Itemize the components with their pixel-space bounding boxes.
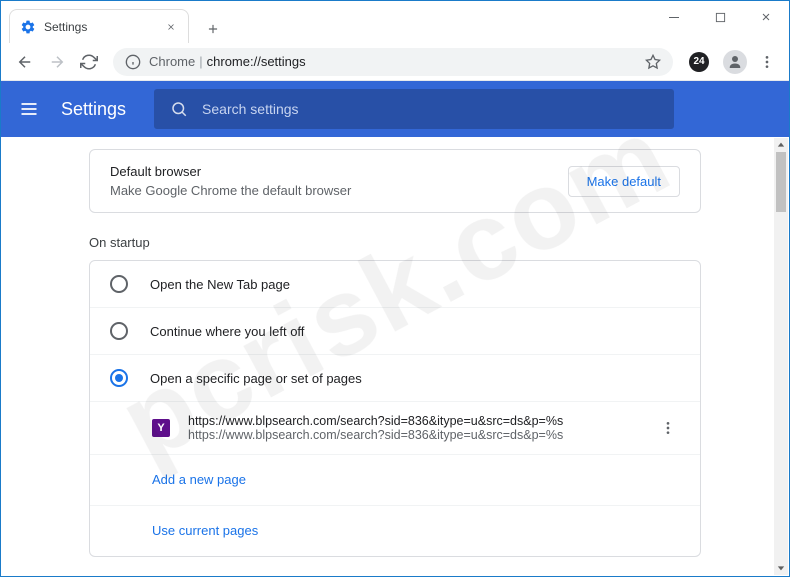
settings-header: Settings (1, 81, 789, 137)
radio-icon (110, 275, 128, 293)
scrollbar-down-arrow-icon[interactable] (774, 561, 788, 575)
startup-option-continue[interactable]: Continue where you left off (90, 308, 700, 355)
page-favicon-icon: Y (152, 419, 170, 437)
add-new-page-link[interactable]: Add a new page (152, 472, 246, 487)
make-default-button[interactable]: Make default (568, 166, 680, 197)
startup-page-url: https://www.blpsearch.com/search?sid=836… (188, 428, 656, 442)
url-scheme: Chrome (149, 54, 195, 69)
url-separator: | (199, 54, 202, 69)
close-icon[interactable] (164, 20, 178, 34)
search-icon (170, 100, 188, 118)
default-browser-card: Default browser Make Google Chrome the d… (89, 149, 701, 213)
startup-option-new-tab[interactable]: Open the New Tab page (90, 261, 700, 308)
window-titlebar: Settings (1, 1, 789, 43)
extension-badge-count: 24 (689, 52, 709, 72)
new-tab-button[interactable] (199, 15, 227, 43)
window-close-button[interactable] (743, 1, 789, 33)
radio-label: Continue where you left off (150, 324, 304, 339)
radio-icon (110, 369, 128, 387)
url-text: chrome://settings (207, 54, 306, 69)
startup-page-title: https://www.blpsearch.com/search?sid=836… (188, 414, 656, 428)
extension-badge-icon[interactable]: 24 (685, 48, 713, 76)
settings-search-input[interactable] (202, 101, 658, 117)
startup-option-specific-pages[interactable]: Open a specific page or set of pages (90, 355, 700, 402)
page-entry-menu-button[interactable] (656, 420, 680, 436)
page-title: Settings (61, 99, 126, 120)
radio-icon (110, 322, 128, 340)
settings-search-box[interactable] (154, 89, 674, 129)
address-bar-row: Chrome | chrome://settings 24 (1, 43, 789, 81)
add-new-page-row[interactable]: Add a new page (90, 455, 700, 506)
on-startup-card: Open the New Tab page Continue where you… (89, 260, 701, 557)
default-browser-subtitle: Make Google Chrome the default browser (110, 183, 568, 198)
reload-button[interactable] (73, 46, 105, 78)
browser-menu-button[interactable] (753, 48, 781, 76)
menu-hamburger-icon[interactable] (17, 97, 41, 121)
info-icon (125, 54, 141, 70)
radio-label: Open the New Tab page (150, 277, 290, 292)
default-browser-title: Default browser (110, 164, 568, 179)
settings-content: Default browser Make Google Chrome the d… (1, 137, 789, 576)
settings-gear-icon (20, 19, 36, 35)
browser-tab[interactable]: Settings (9, 9, 189, 43)
address-bar[interactable]: Chrome | chrome://settings (113, 48, 673, 76)
forward-button[interactable] (41, 46, 73, 78)
minimize-button[interactable] (651, 1, 697, 33)
radio-label: Open a specific page or set of pages (150, 371, 362, 386)
use-current-pages-link[interactable]: Use current pages (152, 523, 258, 538)
profile-avatar-icon[interactable] (723, 50, 747, 74)
maximize-button[interactable] (697, 1, 743, 33)
tab-title: Settings (44, 20, 164, 34)
use-current-pages-row[interactable]: Use current pages (90, 506, 700, 556)
scrollbar-up-arrow-icon[interactable] (774, 138, 788, 152)
bookmark-star-icon[interactable] (645, 54, 661, 70)
on-startup-section-label: On startup (89, 235, 701, 250)
startup-page-entry: Y https://www.blpsearch.com/search?sid=8… (90, 402, 700, 455)
back-button[interactable] (9, 46, 41, 78)
scrollbar-track[interactable] (774, 138, 788, 575)
